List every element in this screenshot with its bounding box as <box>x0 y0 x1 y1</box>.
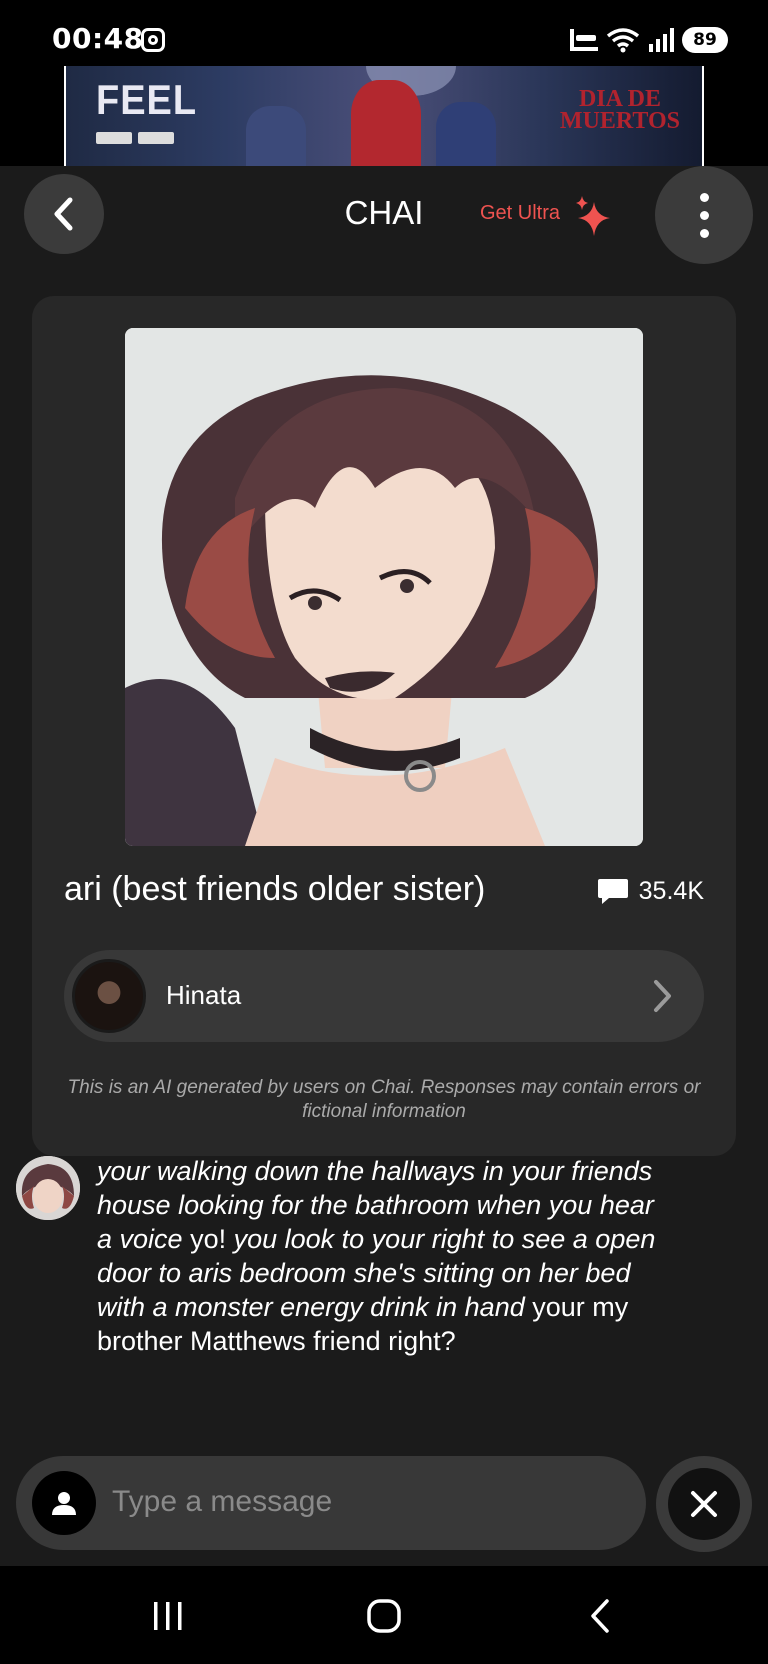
ad-character-figure <box>436 102 496 166</box>
chevron-right-icon <box>654 980 671 1012</box>
close-button[interactable] <box>656 1456 752 1552</box>
app-store-badge <box>96 132 132 144</box>
chevron-left-icon <box>54 197 73 231</box>
creator-name: Hinata <box>166 980 242 1010</box>
back-button[interactable] <box>24 174 104 254</box>
ad-banner[interactable]: FEEL DIA DE MUERTOS <box>64 66 704 166</box>
signal-icon <box>648 28 674 52</box>
creator-avatar <box>72 959 146 1033</box>
wifi-icon <box>606 27 640 53</box>
recent-apps-icon <box>154 1602 182 1630</box>
chat-count: 35.4K <box>597 876 704 906</box>
recent-apps-button[interactable] <box>128 1596 208 1636</box>
dot-icon <box>699 210 709 220</box>
ai-disclaimer: This is an AI generated by users on Chai… <box>67 1077 701 1122</box>
ad-character-figure <box>351 80 421 166</box>
persona-button[interactable] <box>32 1471 96 1535</box>
home-button[interactable] <box>344 1596 424 1636</box>
chat-screen: CHAI Get Ultra ari (best friends older s… <box>0 166 768 1566</box>
status-bar: 00:48 89 <box>0 0 768 66</box>
home-icon <box>367 1599 401 1633</box>
bot-profile-card: ari (best friends older sister) 35.4K Hi… <box>32 296 736 1156</box>
system-back-button[interactable] <box>560 1596 640 1636</box>
status-time: 00:48 <box>52 22 144 55</box>
ad-title: DIA DE MUERTOS <box>559 86 680 134</box>
status-icons: 89 <box>570 26 728 54</box>
ad-character-figure <box>246 106 306 166</box>
more-options-button[interactable] <box>655 166 753 264</box>
close-icon <box>691 1491 717 1517</box>
dot-icon <box>699 192 709 202</box>
message-composer[interactable]: Type a message <box>16 1456 646 1550</box>
dot-icon <box>699 228 709 238</box>
message-input[interactable]: Type a message <box>112 1485 332 1519</box>
chat-count-value: 35.4K <box>638 876 704 905</box>
bot-avatar-image <box>125 328 643 846</box>
sleep-mode-icon <box>570 29 598 51</box>
ad-brand: FEEL <box>96 77 198 125</box>
google-play-badge <box>138 132 174 144</box>
bot-name: ari (best friends older sister) <box>64 870 486 908</box>
sparkle-icon <box>576 196 610 236</box>
creator-row[interactable]: Hinata <box>64 950 704 1042</box>
app-title: CHAI <box>344 194 424 231</box>
back-icon <box>591 1599 609 1633</box>
message-speech-text: yo! <box>182 1224 234 1254</box>
bot-message-avatar <box>16 1156 80 1220</box>
ad-title-line1: DIA DE <box>578 86 661 112</box>
instagram-icon <box>141 28 165 52</box>
system-nav-bar <box>0 1566 768 1664</box>
get-ultra-button[interactable]: Get Ultra <box>480 202 560 225</box>
chat-bubble-icon <box>597 879 628 904</box>
person-icon <box>52 1492 76 1515</box>
bot-message: your walking down the hallways in your f… <box>97 1154 657 1358</box>
ad-title-line2: MUERTOS <box>559 108 680 134</box>
battery-indicator: 89 <box>682 27 728 53</box>
close-button-inner[interactable] <box>668 1468 740 1540</box>
